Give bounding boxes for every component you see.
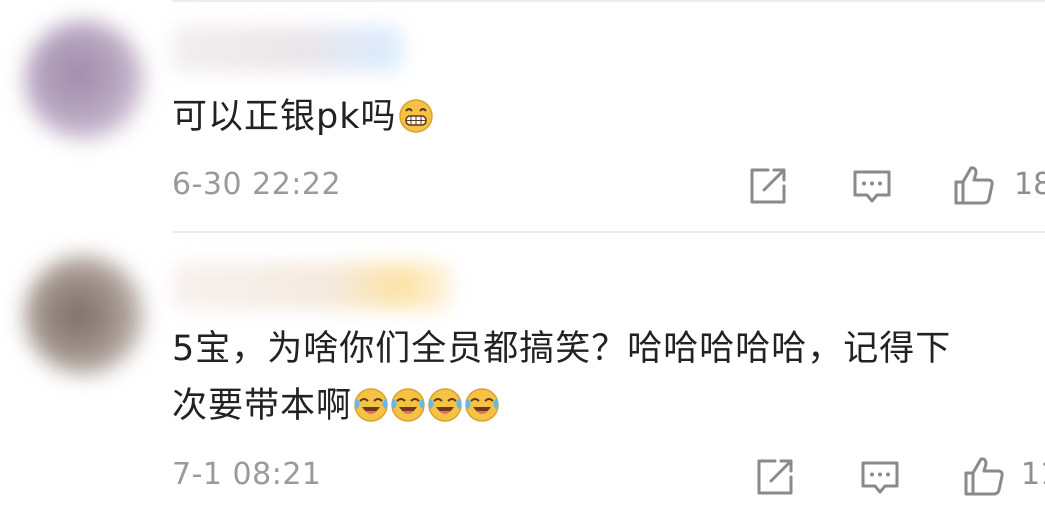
comment-timestamp: 6-30 22:22 (172, 167, 342, 202)
like-count: 18 (1014, 167, 1045, 202)
tears-of-joy-icon (391, 388, 425, 422)
comment-text-content: 可以正银pk吗 (172, 97, 397, 137)
comment-text-line-1: 5宝，为啥你们全员都搞笑？哈哈哈哈哈，记得下 (172, 329, 952, 369)
reply-icon[interactable] (858, 455, 902, 499)
thumbs-up-icon[interactable] (962, 454, 1006, 498)
comment-text-content: 次要带本啊 (172, 386, 353, 426)
tears-of-joy-icon (465, 388, 499, 422)
comment-item: 可以正银pk吗 6-30 22:22 18 (0, 0, 1045, 231)
grinning-face-icon (398, 99, 433, 133)
username-blurred[interactable] (172, 26, 402, 72)
share-icon[interactable] (753, 455, 797, 499)
share-icon[interactable] (746, 164, 790, 208)
tears-of-joy-icon (354, 388, 388, 422)
username-blurred[interactable] (172, 263, 452, 309)
emoji-row (352, 386, 500, 426)
comment-timestamp: 7-1 08:21 (172, 457, 322, 492)
thumbs-up-icon[interactable] (952, 163, 996, 207)
avatar[interactable] (24, 20, 144, 140)
comment-text-line-2: 次要带本啊 (172, 377, 500, 435)
like-count: 11 (1021, 457, 1045, 492)
comment-text: 可以正银pk吗 (172, 88, 434, 146)
reply-icon[interactable] (850, 164, 894, 208)
avatar[interactable] (24, 255, 144, 375)
comment-item: 5宝，为啥你们全员都搞笑？哈哈哈哈哈，记得下 次要带本啊 7-1 08:21 1… (0, 233, 1045, 522)
tears-of-joy-icon (428, 388, 462, 422)
